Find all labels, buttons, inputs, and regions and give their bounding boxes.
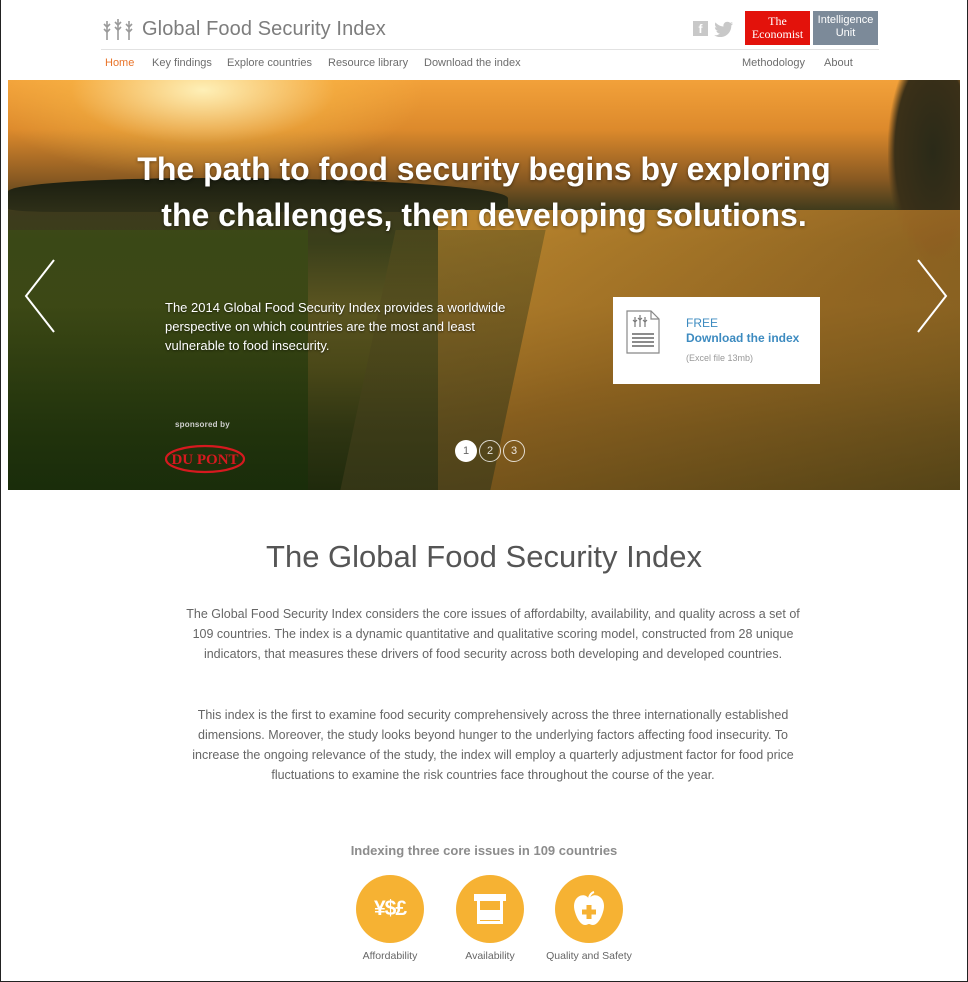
apple-plus-graphic — [574, 891, 604, 925]
hero-description: The 2014 Global Food Security Index prov… — [165, 300, 506, 353]
market-stall-icon — [456, 875, 524, 943]
twitter-icon[interactable] — [714, 21, 734, 37]
intro-paragraph-1: The Global Food Security Index considers… — [186, 607, 800, 661]
hero-heading-line1: The path to food security begins by expl… — [137, 151, 831, 187]
nav-download-index[interactable]: Download the index — [424, 57, 521, 69]
eiu-logo-line1: Intelligence — [817, 14, 874, 26]
site-logo[interactable]: Global Food Security Index — [101, 17, 386, 41]
carousel-pagination: 1 2 3 — [455, 440, 525, 462]
header-divider — [101, 49, 879, 50]
issue-quality-safety-label: Quality and Safety — [546, 950, 632, 962]
market-stall-graphic — [474, 894, 506, 924]
download-index-link[interactable]: Download the index — [686, 331, 799, 345]
eiu-logo[interactable]: Intelligence Unit — [813, 11, 878, 45]
download-index-card[interactable]: FREE Download the index (Excel file 13mb… — [613, 297, 820, 384]
carousel-next-arrow-icon[interactable] — [914, 258, 950, 334]
site-title: Global Food Security Index — [142, 17, 386, 40]
intro-paragraph-2: This index is the first to examine food … — [192, 708, 794, 782]
nav-home[interactable]: Home — [105, 57, 134, 69]
wheat-logo-icon — [103, 19, 133, 40]
issue-quality-safety[interactable]: Quality and Safety — [529, 875, 649, 962]
download-free-label: FREE — [686, 316, 719, 330]
carousel-prev-arrow-icon[interactable] — [22, 258, 58, 334]
nav-about[interactable]: About — [824, 57, 853, 69]
carousel-dot-1[interactable]: 1 — [455, 440, 477, 462]
hero-carousel: The path to food security begins by expl… — [8, 80, 960, 490]
currency-icon: ¥$£ — [356, 875, 424, 943]
currency-symbols: ¥$£ — [373, 897, 407, 920]
nav-methodology[interactable]: Methodology — [742, 57, 805, 69]
page-title: The Global Food Security Index — [266, 539, 702, 574]
download-file-info: (Excel file 13mb) — [686, 353, 754, 363]
economist-logo[interactable]: The Economist — [745, 11, 810, 45]
carousel-dot-3[interactable]: 3 — [503, 440, 525, 462]
spreadsheet-document-icon — [626, 310, 660, 354]
eiu-logo-line2: Unit — [835, 27, 856, 39]
hero-heading-line2: the challenges, then developing solution… — [161, 197, 807, 233]
dupont-logo-text: DU PONT — [171, 452, 238, 468]
economist-logo-line2: Economist — [751, 27, 804, 41]
nav-explore-countries[interactable]: Explore countries — [227, 57, 312, 69]
main-nav: Home Key findings Explore countries Reso… — [105, 57, 875, 73]
hero-heading: The path to food security begins by expl… — [8, 146, 960, 238]
site-header: Global Food Security Index f The Economi… — [1, 0, 967, 80]
apple-plus-icon — [555, 875, 623, 943]
issues-heading: Indexing three core issues in 109 countr… — [350, 843, 618, 858]
nav-resource-library[interactable]: Resource library — [328, 57, 408, 69]
facebook-icon[interactable]: f — [693, 21, 708, 36]
sponsored-by-label: sponsored by — [175, 420, 230, 429]
carousel-dot-2[interactable]: 2 — [479, 440, 501, 462]
dupont-logo[interactable]: DU PONT — [164, 444, 246, 474]
nav-key-findings[interactable]: Key findings — [152, 57, 212, 69]
